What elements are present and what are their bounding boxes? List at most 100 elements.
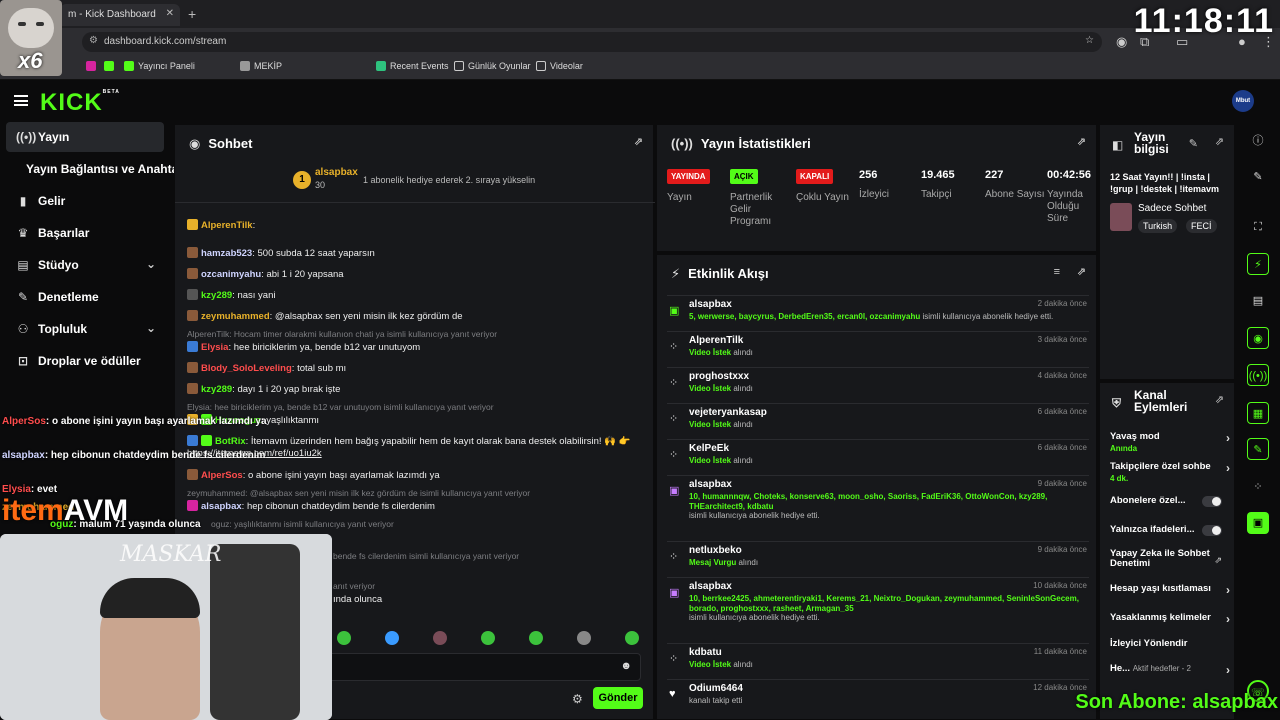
pinned-user[interactable]: alsapbax [315,167,358,178]
sidebar-item-topluluk[interactable]: ⚇ Topluluk ⌄ [6,314,164,344]
action-account-age[interactable]: Hesap yaşı kısıtlaması › [1110,583,1232,597]
chevron-right-icon: › [1226,612,1230,626]
activity-user[interactable]: alsapbax [689,581,732,592]
bookmark-yayinci-paneli[interactable]: Yayıncı Paneli [124,61,195,71]
extension-icon[interactable]: ◉ [1116,34,1127,50]
chat-username[interactable]: kzy289 [201,290,232,301]
stat-label: İzleyici [859,189,890,200]
action-banned-words[interactable]: Yasaklanmış kelimeler › [1110,612,1232,626]
dots-icon[interactable]: ⁘ [1247,476,1269,498]
bookmark-gunluk-oyunlar[interactable]: Günlük Oyunlar [454,61,531,71]
action-ai-moderation[interactable]: Yapay Zeka ile Sohbet Denetimi [1110,549,1210,569]
filter-icon[interactable]: ≡ [1054,266,1060,278]
stat-label: Abone Sayısı [985,189,1045,200]
avatar[interactable]: Mbut [1232,90,1254,112]
activity-user[interactable]: kdbatu [689,647,722,658]
emote-icon[interactable] [529,631,543,645]
chat-username[interactable]: AlperSos [201,470,243,481]
action-goals[interactable]: He... Aktif hedefler - 2 › [1110,663,1232,677]
url-field[interactable]: ⚙ dashboard.kick.com/stream ☆ [82,32,1102,52]
layout-icon[interactable]: ▦ [1247,402,1269,424]
activity-user[interactable]: netluxbeko [689,545,742,556]
activity-user[interactable]: KelPeEk [689,443,729,454]
bookmark-mekip[interactable]: MEKİP [240,61,282,71]
sidebar-item-label: Başarılar [38,226,90,240]
stat-yayin: YAYINDA Yayın [667,169,727,204]
bookmark-recent-events[interactable]: Recent Events [376,61,449,71]
document-icon[interactable]: ▤ [1247,290,1269,312]
category-thumbnail [1110,203,1132,231]
chat-username[interactable]: BotRix [215,436,246,447]
shield-icon: ⛨ [1112,396,1122,410]
emote-icon[interactable] [625,631,639,645]
wrench-icon[interactable]: ✎ [1247,438,1269,460]
activity-user[interactable]: alsapbax [689,299,732,310]
activity-user[interactable]: vejeteryankasap [689,407,767,418]
emote-icon[interactable] [577,631,591,645]
hamburger-icon[interactable] [14,95,28,106]
lightning-icon[interactable]: ⚡ [1247,253,1269,275]
subs-only-toggle[interactable] [1202,496,1222,507]
popout-icon[interactable]: ⇗ [1215,135,1224,148]
sidebar-item-label: Yayın Bağlantısı ve Anahtarı [26,162,187,176]
emoji-icon[interactable]: ☻ [620,660,632,672]
action-label: Hesap yaşı kısıtlaması [1110,583,1211,594]
emote-icon[interactable] [433,631,447,645]
popout-icon[interactable]: ⇗ [1077,265,1086,278]
instagram-icon[interactable] [86,61,100,71]
activity-user[interactable]: Odium6464 [689,683,743,694]
sidebar-item-studyo[interactable]: ▤ Stüdyo ⌄ [6,250,164,280]
bookmark-videolar[interactable]: Videolar [536,61,583,71]
info-icon[interactable]: ⓘ [1247,130,1269,152]
chat-username[interactable]: AlperenTilk [201,220,253,231]
sidebar-item-denetleme[interactable]: ✎ Denetleme [6,282,164,312]
heart-emote-icon[interactable] [385,631,399,645]
popout-icon[interactable]: ⇗ [1077,135,1086,148]
sidebar-item-yayin[interactable]: ((•)) Yayın [6,122,164,152]
action-followers-only[interactable]: Takipçilere özel sohbe 4 dk. › [1110,461,1232,483]
bookmark-star-icon[interactable]: ☆ [1085,35,1094,46]
activity-user[interactable]: proghostxxx [689,371,749,382]
site-info-icon[interactable]: ⚙ [89,35,98,46]
chat-username[interactable]: alsapbax [201,501,242,512]
chat-icon[interactable]: ◉ [1247,327,1269,349]
popout-icon[interactable]: ⇗ [1215,393,1224,406]
activity-user[interactable]: AlperenTilk [689,335,743,346]
browser-tab-bar: m - Kick Dashboard ✕ + [0,0,1280,28]
sidebar-item-label: Stüdyo [38,258,79,272]
chat-username[interactable]: Elysia [201,342,228,353]
new-tab-icon[interactable]: + [188,6,196,22]
action-slow-mode[interactable]: Yavaş mod Anında › [1110,431,1232,453]
chat-settings-icon[interactable]: ⚙ [572,692,583,706]
sidebar-item-droplar[interactable]: ⊡ Droplar ve ödüller [6,346,164,376]
popout-icon[interactable]: ⇗ [634,135,643,148]
expand-icon[interactable]: ⛶ [1247,216,1269,238]
emote-icon[interactable] [481,631,495,645]
send-button[interactable]: Gönder [593,687,643,709]
chat-username[interactable]: ozcanimyahu [201,269,261,280]
stream-category[interactable]: Sadece Sohbet [1138,203,1206,214]
edit-icon[interactable]: ✎ [1189,137,1198,150]
external-link-icon[interactable]: ⇗ [1214,555,1222,566]
activity-text: alındı [733,384,753,393]
sidebar-item-gelir[interactable]: ▮ Gelir [6,186,164,216]
clapper-icon[interactable]: ▣ [1247,512,1269,534]
chat-username[interactable]: zeymuhammed [201,311,270,322]
action-raid[interactable]: İzleyici Yönlendir [1110,638,1232,649]
close-tab-icon[interactable]: ✕ [166,8,174,19]
stream-info-panel: ◧ Yayın bilgisi ✎ ⇗ 12 Saat Yayın!! | !in… [1099,124,1235,380]
sidebar-item-stream-key[interactable]: Yayın Bağlantısı ve Anahtarı [16,154,186,184]
chat-username[interactable]: Blody_SoloLeveling [201,363,292,374]
edit-icon[interactable]: ✎ [1247,166,1269,188]
emote-icon[interactable] [337,631,351,645]
sidebar-item-basarilar[interactable]: ♛ Başarılar [6,218,164,248]
chat-input[interactable]: ☻ [327,653,641,681]
activity-user[interactable]: alsapbax [689,479,732,490]
chat-username[interactable]: kzy289 [201,384,232,395]
kick-logo[interactable]: KICKBETA [40,89,120,117]
browser-tab[interactable]: m - Kick Dashboard ✕ [60,4,180,26]
kick-bookmark-icon[interactable] [104,61,118,71]
chat-username[interactable]: hamzab523 [201,248,252,259]
stream-icon[interactable]: ((•)) [1247,364,1269,386]
emotes-only-toggle[interactable] [1202,525,1222,536]
